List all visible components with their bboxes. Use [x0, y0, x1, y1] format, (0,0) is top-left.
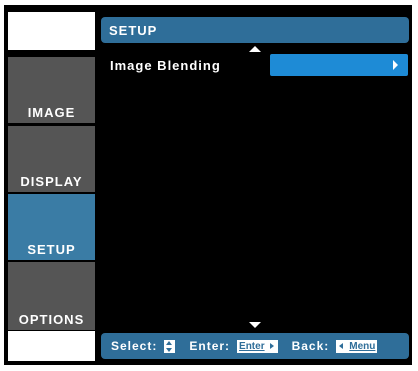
- tab-setup[interactable]: SETUP: [8, 194, 95, 260]
- tab-image[interactable]: IMAGE: [8, 57, 95, 123]
- enter-hint-label: Enter:: [189, 339, 231, 353]
- left-key-icon: [336, 339, 348, 353]
- down-arrow-icon: [249, 322, 261, 328]
- tab-display-label: DISPLAY: [20, 174, 83, 189]
- up-arrow-icon: [249, 46, 261, 52]
- select-hint-label: Select:: [111, 339, 158, 353]
- image-blending-value-button[interactable]: [270, 54, 408, 76]
- page-title: SETUP: [101, 17, 409, 43]
- sidebar-top-spacer: [8, 12, 95, 50]
- tab-image-label: IMAGE: [27, 105, 76, 120]
- sidebar-bottom-spacer: [8, 331, 95, 361]
- footer-hint-bar: Select: Enter: Enter Back: Menu: [101, 333, 409, 359]
- enter-key: Enter: [237, 339, 267, 353]
- tab-options-label: OPTIONS: [18, 312, 85, 327]
- tab-setup-label: SETUP: [27, 242, 76, 257]
- right-key-icon: [266, 339, 278, 353]
- up-down-key-icon: [164, 339, 176, 353]
- tab-display[interactable]: DISPLAY: [8, 126, 95, 192]
- back-hint-label: Back:: [291, 339, 330, 353]
- right-arrow-icon: [393, 60, 398, 70]
- menu-key: Menu: [347, 339, 378, 353]
- tab-options[interactable]: OPTIONS: [8, 262, 95, 330]
- image-blending-label[interactable]: Image Blending: [110, 58, 221, 73]
